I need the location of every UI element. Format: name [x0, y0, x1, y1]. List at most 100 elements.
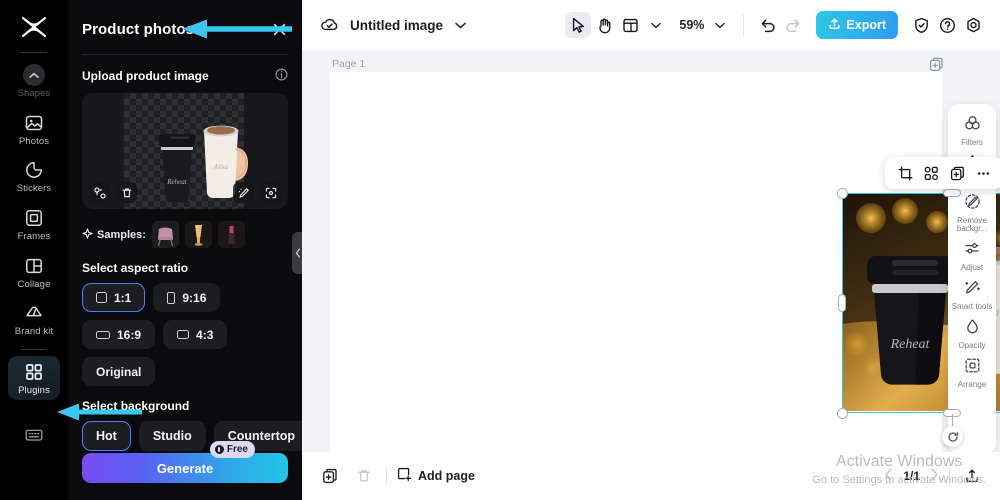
info-icon[interactable]: [275, 68, 288, 84]
sidebar-item-shapes[interactable]: Shapes: [8, 59, 60, 104]
background-option-studio[interactable]: Studio: [138, 421, 206, 451]
chevron-up-scroll-icon: [23, 64, 45, 86]
four-three-ratio-icon: [177, 330, 190, 339]
shield-icon[interactable]: [908, 12, 934, 38]
add-page-button[interactable]: Add page: [397, 467, 475, 485]
sidebar-item-photos[interactable]: Photos: [8, 107, 60, 152]
aspect-option-4-3[interactable]: 4:3: [163, 320, 228, 349]
resize-handle-left[interactable]: [838, 294, 846, 312]
duplicate-button[interactable]: [946, 162, 968, 184]
export-button[interactable]: Export: [816, 11, 898, 39]
portrait-ratio-icon: [167, 291, 176, 304]
aspect-option-label: 1:1: [114, 290, 132, 305]
resize-handle-top-left[interactable]: [837, 188, 848, 199]
background-option-label: Hot: [96, 429, 117, 443]
duplicate-page-icon[interactable]: [318, 464, 342, 488]
hand-tool[interactable]: [591, 12, 617, 38]
sidebar-item-brand-kit[interactable]: Brand kit: [8, 297, 60, 342]
resize-handle-bottom-left[interactable]: [837, 408, 848, 419]
cloud-saved-icon[interactable]: [316, 12, 342, 38]
plugins-grid-icon: [23, 361, 45, 383]
zoom-level[interactable]: 59%: [679, 18, 704, 32]
sidebar-item-frames[interactable]: Frames: [8, 202, 60, 247]
aspect-option-1-1[interactable]: 1:1: [82, 283, 146, 312]
sparkle-icon: [82, 227, 93, 242]
aspect-option-16-9[interactable]: 16:9: [82, 320, 156, 349]
resize-handle-top[interactable]: [943, 189, 961, 197]
background-option-hot[interactable]: Hot: [82, 421, 131, 451]
keyboard-shortcuts-icon: [23, 424, 45, 446]
remove-bg-button[interactable]: [920, 162, 942, 184]
sample-lipstick[interactable]: [217, 221, 245, 248]
canvas-stage[interactable]: Page 1 Reheat Filters Remove backgr... A…: [302, 50, 1000, 452]
export-upload-icon: [828, 17, 841, 33]
svg-text:Alisa: Alisa: [213, 163, 229, 171]
rotate-icon: [947, 431, 958, 442]
dock-item-arrange[interactable]: Arrange: [949, 354, 995, 391]
layout-panel-icon[interactable]: [617, 12, 643, 38]
replace-image-button[interactable]: [89, 182, 110, 203]
bottom-toolbar: Add page 1/1: [302, 452, 1000, 500]
add-page-label: Add page: [418, 469, 475, 483]
crop-subject-button[interactable]: [260, 182, 281, 203]
sample-drink[interactable]: [184, 221, 212, 248]
retouch-button[interactable]: [233, 182, 254, 203]
sidebar-item-plugins[interactable]: Plugins: [8, 355, 60, 401]
select-tool[interactable]: [565, 12, 592, 38]
help-question-icon[interactable]: [934, 12, 960, 38]
capcut-image-editor: Shapes Photos Stickers Frames Collage Br…: [0, 0, 1000, 500]
page-label: Page 1: [332, 58, 366, 70]
settings-gear-icon[interactable]: [960, 12, 986, 38]
aspect-option-original[interactable]: Original: [82, 357, 156, 386]
generate-button[interactable]: Generate: [82, 453, 288, 483]
delete-image-button[interactable]: [116, 182, 137, 203]
background-option-label: Studio: [152, 429, 192, 443]
ellipsis-icon: [977, 171, 989, 175]
keyboard-shortcuts-button[interactable]: [8, 419, 60, 450]
panel-collapse-handle[interactable]: [292, 232, 302, 274]
capcut-logo-icon[interactable]: [17, 12, 51, 42]
bottom-divider: [386, 466, 387, 486]
undo-icon[interactable]: [754, 12, 780, 38]
dock-item-adjust[interactable]: Adjust: [949, 237, 995, 274]
left-nav-rail: Shapes Photos Stickers Frames Collage Br…: [0, 0, 68, 500]
aspect-option-9-16[interactable]: 9:16: [153, 283, 221, 312]
document-menu-chevron-down-icon[interactable]: [447, 12, 473, 38]
dock-item-smart-tools[interactable]: Smart tools: [949, 276, 995, 313]
samples-label: Samples:: [82, 227, 146, 242]
dock-item-label: Remove backgr...: [956, 215, 988, 234]
next-page-button[interactable]: [930, 468, 939, 484]
crop-button[interactable]: [894, 162, 916, 184]
more-options-button[interactable]: [972, 162, 994, 184]
samples-label-text: Samples:: [97, 228, 146, 241]
arrange-frame-icon: [964, 357, 981, 379]
opacity-drop-icon: [964, 318, 981, 340]
background-options: Hot Studio Countertop C: [68, 413, 302, 451]
generate-area: Free Generate: [82, 441, 288, 483]
zoom-chevron-down-icon[interactable]: [707, 12, 733, 38]
page-title: Product photos: [82, 20, 195, 38]
free-credit-badge: Free: [209, 441, 255, 458]
dock-item-opacity[interactable]: Opacity: [949, 315, 995, 352]
sidebar-item-collage[interactable]: Collage: [8, 250, 60, 295]
upload-preview-card[interactable]: Reheat Alisa: [82, 93, 288, 209]
prev-page-button[interactable]: [884, 468, 893, 484]
add-page-icon: [397, 467, 412, 485]
dock-item-label: Adjust: [960, 263, 984, 273]
sample-chair[interactable]: [151, 221, 179, 248]
document-name[interactable]: Untitled image: [350, 18, 443, 33]
panel-header: Product photos: [68, 0, 302, 44]
selection-context-toolbar: [885, 157, 1000, 189]
sidebar-item-label: Photos: [18, 135, 50, 147]
background-heading-text: Select background: [82, 399, 190, 413]
aspect-heading-text: Select aspect ratio: [82, 261, 189, 275]
sidebar-item-stickers[interactable]: Stickers: [8, 154, 60, 199]
layout-chevron-down-icon[interactable]: [643, 12, 669, 38]
delete-page-button: [352, 464, 376, 488]
rail-divider-bottom: [21, 348, 47, 350]
rotate-handle[interactable]: [942, 426, 963, 447]
dock-item-filters[interactable]: Filters: [949, 112, 995, 149]
upload-heading-text: Upload product image: [82, 69, 209, 83]
close-icon[interactable]: [270, 20, 288, 38]
export-page-icon[interactable]: [960, 464, 984, 488]
